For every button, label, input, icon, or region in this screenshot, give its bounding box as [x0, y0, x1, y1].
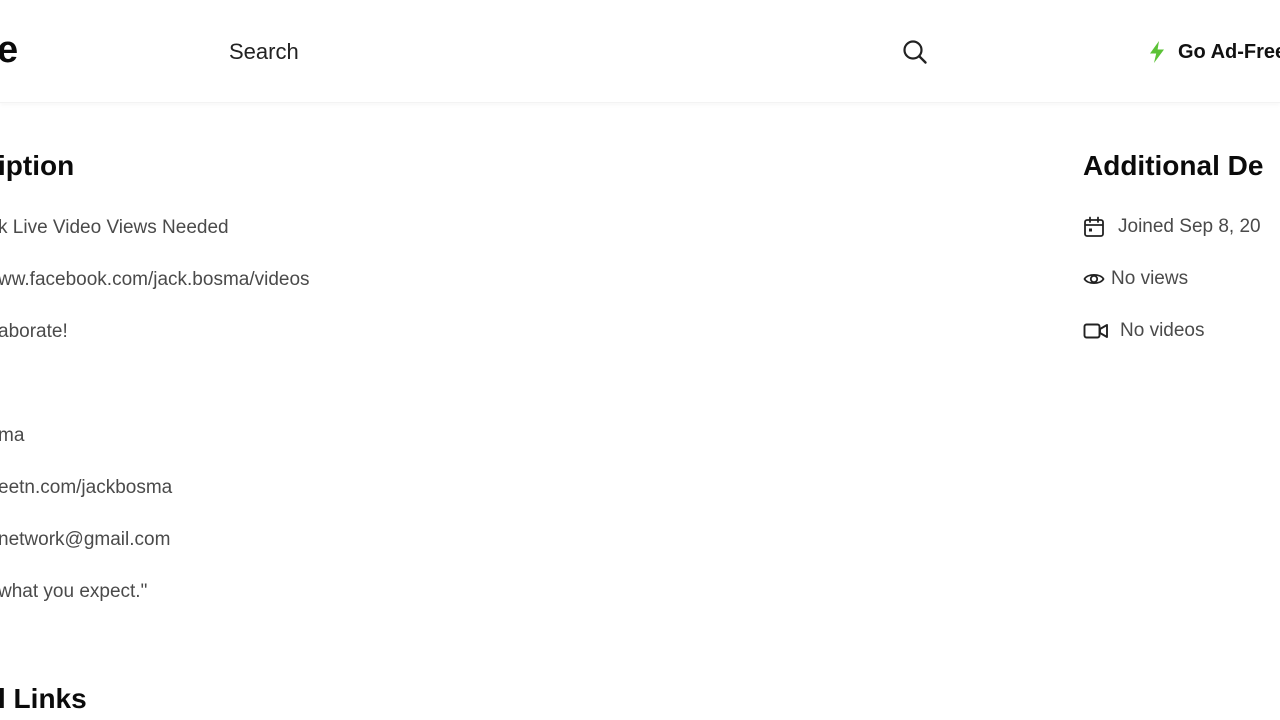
description-heading: iption — [0, 150, 75, 181]
search-button[interactable] — [901, 38, 929, 66]
search-input[interactable] — [215, 26, 909, 78]
page: e Go Ad-Free iption k Live Video Views N… — [0, 0, 1280, 720]
calendar-icon — [1083, 216, 1105, 238]
video-camera-icon — [1083, 320, 1109, 342]
joined-date-row: Joined Sep 8, 20 — [1083, 216, 1261, 238]
go-ad-free-button[interactable]: Go Ad-Free — [1148, 38, 1280, 66]
additional-details-heading: Additional De — [1083, 150, 1264, 181]
lightning-bolt-icon — [1150, 41, 1164, 63]
description-line-3: aborate! — [0, 321, 68, 342]
views-row: No views — [1083, 268, 1188, 290]
search-bar — [215, 26, 943, 78]
description-link-facebook[interactable]: ww.facebook.com/jack.bosma/videos — [0, 268, 310, 292]
go-ad-free-label: Go Ad-Free — [1178, 40, 1280, 63]
videos-row: No videos — [1083, 320, 1205, 342]
description-email[interactable]: network@gmail.com — [0, 528, 170, 552]
description-quote: what you expect." — [0, 581, 148, 602]
site-logo[interactable]: e — [0, 30, 18, 70]
search-icon — [903, 40, 927, 64]
description-line-4: ma — [0, 425, 25, 446]
links-heading: l Links — [0, 683, 87, 714]
eye-icon — [1083, 268, 1105, 290]
views-count-text: No views — [1111, 268, 1189, 289]
top-header: e Go Ad-Free — [0, 0, 1280, 103]
description-line-1: k Live Video Views Needed — [0, 217, 229, 238]
videos-count-text: No videos — [1120, 320, 1205, 341]
joined-date-text: Joined Sep 8, 20 — [1118, 216, 1261, 237]
description-link-profile[interactable]: eetn.com/jackbosma — [0, 476, 172, 500]
